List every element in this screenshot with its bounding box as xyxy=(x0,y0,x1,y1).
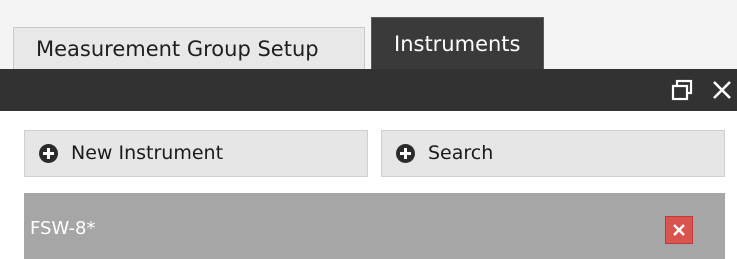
instruments-panel: New Instrument Search FSW-8* xyxy=(0,111,737,259)
tab-label: Instruments xyxy=(394,32,521,56)
panel-titlebar xyxy=(0,69,737,111)
tab-instruments[interactable]: Instruments xyxy=(371,17,544,69)
close-icon[interactable] xyxy=(710,78,734,102)
plus-circle-icon xyxy=(39,144,58,163)
instrument-name: FSW-8* xyxy=(30,218,96,239)
remove-instrument-button[interactable] xyxy=(665,216,693,244)
top-strip xyxy=(0,0,737,17)
instrument-row[interactable]: FSW-8* xyxy=(24,193,725,259)
search-button[interactable]: Search xyxy=(381,130,725,177)
tab-bar: Measurement Group Setup Instruments xyxy=(0,17,737,69)
plus-circle-icon xyxy=(396,144,415,163)
button-label: Search xyxy=(428,142,494,164)
close-icon xyxy=(673,224,685,236)
new-instrument-button[interactable]: New Instrument xyxy=(24,130,368,177)
tab-label: Measurement Group Setup xyxy=(36,37,319,61)
tab-measurement-group-setup[interactable]: Measurement Group Setup xyxy=(13,27,365,69)
restore-window-icon[interactable] xyxy=(670,78,694,102)
button-label: New Instrument xyxy=(71,142,224,164)
